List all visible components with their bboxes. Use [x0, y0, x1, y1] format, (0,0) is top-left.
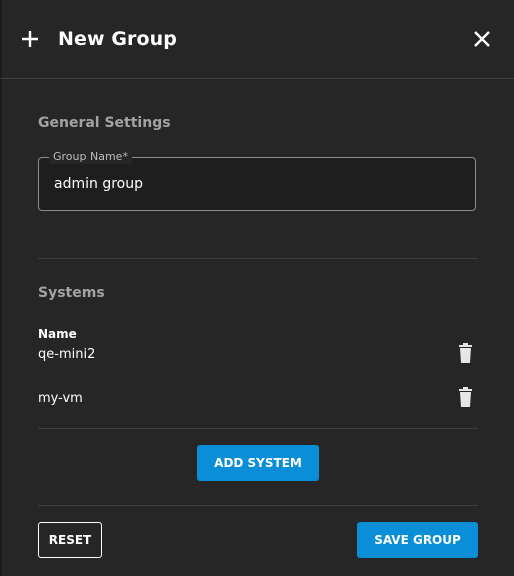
system-row: qe-mini2 [38, 343, 478, 367]
group-name-input[interactable]: admin group [54, 176, 143, 192]
system-row: my-vm [38, 387, 478, 411]
trash-icon[interactable] [457, 343, 474, 365]
new-group-dialog: New Group General Settings Group Name* a… [0, 0, 514, 576]
system-name: my-vm [38, 391, 83, 406]
trash-icon[interactable] [457, 387, 474, 409]
systems-divider [38, 428, 478, 429]
close-icon[interactable] [472, 29, 492, 49]
general-settings-title: General Settings [38, 115, 171, 131]
systems-column-header: Name [38, 327, 77, 341]
add-system-button[interactable]: ADD SYSTEM [197, 445, 319, 481]
group-name-label: Group Name* [49, 150, 132, 164]
reset-button[interactable]: RESET [38, 522, 102, 558]
save-group-button[interactable]: SAVE GROUP [357, 522, 478, 558]
footer-divider [38, 505, 478, 506]
group-name-field[interactable]: Group Name* admin group [38, 150, 476, 211]
system-name: qe-mini2 [38, 347, 96, 362]
dialog-header: New Group [0, 0, 514, 79]
dialog-title: New Group [58, 28, 178, 50]
plus-icon [20, 29, 40, 49]
systems-title: Systems [38, 285, 105, 301]
dialog-left-edge [0, 0, 2, 576]
section-divider [38, 258, 478, 259]
